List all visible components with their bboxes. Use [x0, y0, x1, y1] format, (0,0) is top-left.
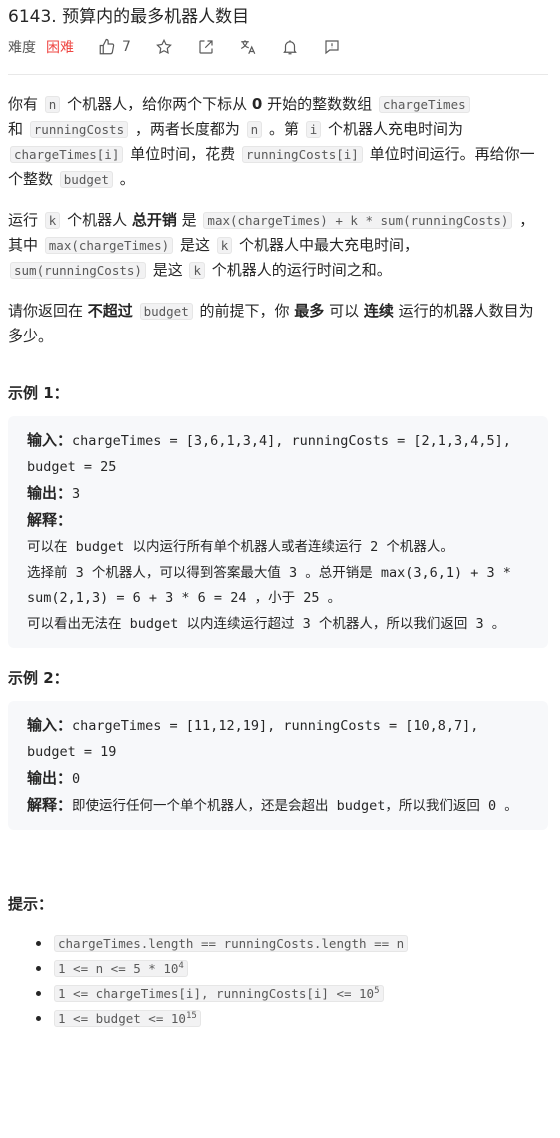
- output-label: 输出：: [27, 769, 73, 788]
- inline-code: n: [44, 96, 61, 113]
- inline-code: k: [44, 212, 61, 229]
- bell-icon: [283, 40, 297, 55]
- input-label: 输入：: [27, 716, 73, 735]
- text: 是这: [147, 261, 188, 279]
- description-paragraph-3: 请你返回在 不超过 budget 的前提下，你 最多 可以 连续 运行的机器人数…: [8, 299, 548, 349]
- text: [133, 302, 138, 320]
- constraint-text: 1 <= n <= 5 * 10: [58, 960, 179, 976]
- explain-label: 解释：: [27, 510, 73, 529]
- text: 单位时间，花费: [125, 145, 240, 163]
- text: 和: [8, 120, 28, 138]
- example-output: 3: [72, 485, 81, 502]
- bold-text: 不超过: [87, 302, 133, 320]
- constraints-title: 提示：: [8, 894, 54, 913]
- bold-text: 总开销: [131, 211, 177, 229]
- favorite-button[interactable]: [155, 38, 173, 56]
- text: 。: [114, 170, 135, 188]
- constraint-text: chargeTimes.length == runningCosts.lengt…: [58, 935, 405, 951]
- problem-title: 6143. 预算内的最多机器人数目: [8, 7, 250, 27]
- text: 是: [176, 211, 202, 229]
- constraint-code: 1 <= budget <= 1015: [54, 1009, 201, 1027]
- output-label: 输出：: [27, 483, 73, 502]
- star-icon: [156, 38, 172, 55]
- example-explanation: 可以在 budget 以内运行所有单个机器人或者连续运行 2 个机器人。 选择前…: [27, 538, 511, 633]
- example-2-block: 输入：chargeTimes = [11,12,19], runningCost…: [8, 701, 548, 830]
- inline-code: k: [189, 262, 206, 279]
- inline-code: n: [246, 121, 263, 138]
- bold-text: 连续: [363, 302, 394, 320]
- text: 。第: [264, 120, 304, 138]
- constraint-code: 1 <= chargeTimes[i], runningCosts[i] <= …: [54, 984, 384, 1002]
- feedback-icon: [325, 40, 339, 55]
- difficulty-badge: 困难: [46, 40, 74, 56]
- text: 个机器人充电时间为: [323, 120, 464, 138]
- constraint-item: chargeTimes.length == runningCosts.lengt…: [52, 931, 548, 956]
- example-explanation: 即使运行任何一个单个机器人，还是会超出 budget，所以我们返回 0 。: [72, 797, 518, 814]
- share-button[interactable]: [197, 38, 215, 56]
- subscribe-button[interactable]: [281, 38, 299, 56]
- example-output: 0: [72, 771, 81, 788]
- text: 的前提下，你: [194, 302, 295, 320]
- problem-description: 你有 n 个机器人，给你两个下标从 0 开始的整数数组 chargeTimes …: [8, 92, 548, 1031]
- exponent: 15: [185, 1010, 197, 1021]
- text: ，两者长度都为: [130, 120, 245, 138]
- bold-text: 0: [251, 95, 263, 113]
- example-2-title: 示例 2：: [8, 669, 69, 688]
- thumbs-up-icon: [99, 38, 115, 55]
- inline-code: sum(runningCosts): [10, 262, 146, 279]
- text: 开始的整数数组: [262, 95, 377, 113]
- constraint-text: 1 <= budget <= 10: [58, 1010, 186, 1026]
- constraints-list: chargeTimes.length == runningCosts.lengt…: [8, 931, 548, 1031]
- text: 是这: [175, 236, 215, 254]
- text: 个机器人中最大充电时间，: [234, 236, 420, 254]
- header-divider: [8, 74, 548, 75]
- inline-code: runningCosts: [29, 121, 129, 138]
- problem-meta-bar: 难度 困难 7: [8, 36, 365, 58]
- example-1-block: 输入：chargeTimes = [3,6,1,3,4], runningCos…: [8, 416, 548, 649]
- inline-code: chargeTimes: [378, 96, 470, 113]
- inline-code: i: [305, 121, 322, 138]
- constraint-code: chargeTimes.length == runningCosts.lengt…: [54, 934, 409, 952]
- text: 可以: [324, 302, 364, 320]
- text: 请你返回在: [8, 302, 88, 320]
- difficulty-label: 难度: [8, 40, 36, 56]
- translate-button[interactable]: [239, 38, 257, 56]
- exponent: 4: [178, 960, 184, 971]
- translate-icon: [240, 40, 256, 54]
- constraint-item: 1 <= n <= 5 * 104: [52, 956, 548, 981]
- description-paragraph-2: 运行 k 个机器人 总开销 是 max(chargeTimes) + k * s…: [8, 208, 548, 283]
- problem-page: 6143. 预算内的最多机器人数目 难度 困难 7 你有 n 个机器人，给你两个…: [0, 0, 560, 1138]
- like-button[interactable]: 7: [98, 38, 131, 56]
- input-label: 输入：: [27, 431, 73, 449]
- example-input: chargeTimes = [11,12,19], runningCosts =…: [27, 718, 487, 761]
- inline-code: chargeTimes[i]: [10, 146, 124, 163]
- text: 运行: [8, 211, 43, 229]
- constraint-code: 1 <= n <= 5 * 104: [54, 959, 188, 977]
- like-count: 7: [122, 39, 131, 55]
- constraint-item: 1 <= chargeTimes[i], runningCosts[i] <= …: [52, 981, 548, 1006]
- text: 个机器人的运行时间之和。: [207, 261, 392, 279]
- inline-code: k: [216, 237, 233, 254]
- text: 个机器人，给你两个下标从: [62, 95, 252, 113]
- share-icon: [199, 40, 213, 54]
- bold-text: 最多: [294, 302, 325, 320]
- description-paragraph-1: 你有 n 个机器人，给你两个下标从 0 开始的整数数组 chargeTimes …: [8, 92, 548, 192]
- text: 个机器人: [62, 211, 132, 229]
- example-1-title: 示例 1：: [8, 384, 69, 402]
- inline-code: max(chargeTimes): [44, 237, 174, 254]
- inline-code: runningCosts[i]: [241, 146, 363, 163]
- exponent: 5: [374, 985, 380, 996]
- inline-code: max(chargeTimes) + k * sum(runningCosts): [203, 212, 513, 229]
- text: 你有: [8, 95, 43, 113]
- explain-label: 解释：: [27, 795, 73, 814]
- feedback-button[interactable]: [323, 38, 341, 56]
- inline-code: budget: [59, 171, 113, 188]
- example-input: chargeTimes = [3,6,1,3,4], runningCosts …: [27, 433, 520, 475]
- inline-code: budget: [139, 303, 193, 320]
- constraint-text: 1 <= chargeTimes[i], runningCosts[i] <= …: [58, 985, 375, 1001]
- constraint-item: 1 <= budget <= 1015: [52, 1006, 548, 1031]
